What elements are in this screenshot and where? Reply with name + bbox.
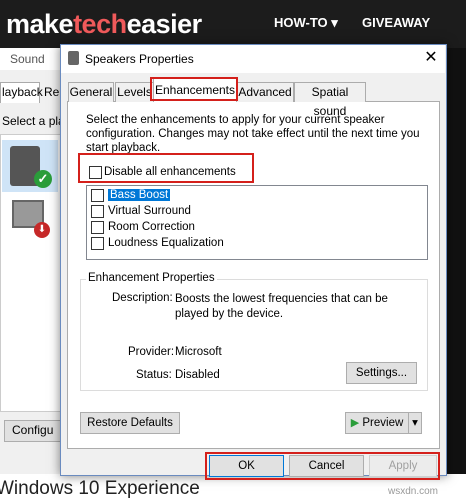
room-correction-checkbox[interactable] bbox=[91, 221, 104, 234]
configure-label: Configu bbox=[12, 423, 54, 437]
nav-howto[interactable]: HOW-TO ▾ bbox=[274, 15, 338, 31]
preview-label: Preview bbox=[362, 417, 404, 429]
disable-highlight-box bbox=[78, 153, 254, 183]
bass-boost-checkbox[interactable] bbox=[91, 189, 104, 202]
restore-defaults-button[interactable]: Restore Defaults bbox=[80, 412, 180, 434]
virtual-surround-label[interactable]: Virtual Surround bbox=[108, 205, 191, 217]
default-check-icon: ✓ bbox=[34, 170, 52, 188]
tab-advanced[interactable]: Advanced bbox=[236, 82, 294, 102]
watermark: wsxdn.com bbox=[388, 486, 439, 497]
settings-button[interactable]: Settings... bbox=[346, 362, 417, 384]
logo-text-1: make bbox=[6, 9, 74, 39]
status-value: Disabled bbox=[175, 369, 220, 381]
site-logo[interactable]: maketecheasier bbox=[6, 6, 202, 42]
preview-button[interactable]: ▶ Preview bbox=[345, 412, 408, 434]
instructions-text: Select the enhancements to apply for you… bbox=[86, 114, 420, 154]
provider-key: Provider: bbox=[128, 346, 175, 358]
status-key: Status: bbox=[136, 369, 172, 381]
tab-spatial-sound[interactable]: Spatial sound bbox=[294, 82, 366, 118]
speaker-app-icon bbox=[68, 51, 79, 65]
tab-highlight-box bbox=[150, 77, 238, 101]
loudness-equalization-label[interactable]: Loudness Equalization bbox=[108, 237, 224, 249]
logo-text-3: easier bbox=[126, 9, 203, 39]
sound-tab-playback-label: layback bbox=[2, 85, 43, 99]
play-icon: ▶ bbox=[350, 417, 360, 429]
logo-text-2: tech bbox=[73, 9, 127, 39]
close-icon[interactable]: ✕ bbox=[420, 47, 442, 69]
disconnected-badge-icon: ⬇ bbox=[34, 222, 50, 238]
buttons-highlight-box bbox=[205, 452, 440, 480]
dialog-title: Speakers Properties bbox=[85, 52, 194, 66]
bass-boost-label[interactable]: Bass Boost bbox=[108, 189, 171, 201]
loudness-equalization-checkbox[interactable] bbox=[91, 237, 104, 250]
sound-title: Sound bbox=[10, 52, 45, 66]
article-heading[interactable]: Windows 10 Experience bbox=[0, 478, 200, 500]
virtual-surround-checkbox[interactable] bbox=[91, 205, 104, 218]
preview-dropdown-icon[interactable]: ▾ bbox=[408, 412, 422, 434]
tab-levels[interactable]: Levels bbox=[115, 82, 154, 102]
room-correction-label[interactable]: Room Correction bbox=[108, 221, 195, 233]
description-key: Description: bbox=[112, 292, 173, 304]
description-value: Boosts the lowest frequencies that can b… bbox=[175, 293, 388, 320]
provider-value: Microsoft bbox=[175, 346, 222, 358]
enhancement-properties-legend: Enhancement Properties bbox=[86, 272, 217, 284]
tab-general[interactable]: General bbox=[68, 82, 114, 102]
sound-tab-recording-label[interactable]: Re bbox=[44, 85, 59, 99]
nav-giveaway[interactable]: GIVEAWAY bbox=[362, 15, 430, 30]
